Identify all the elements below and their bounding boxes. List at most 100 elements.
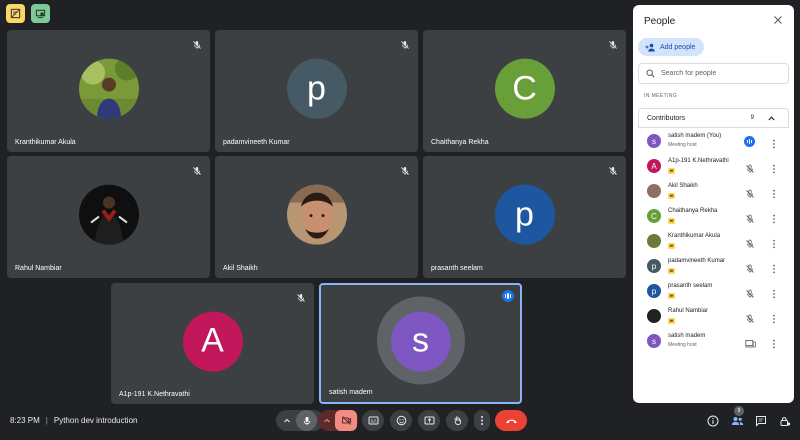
participant-tile[interactable]: p prasanth seelam [423, 156, 626, 278]
microphone-icon [303, 416, 310, 425]
more-vertical-icon[interactable] [772, 261, 776, 274]
chat-icon [756, 416, 766, 427]
hang-up-icon [505, 419, 517, 423]
more-vertical-icon[interactable] [772, 336, 776, 349]
host-controls-button[interactable] [778, 414, 792, 428]
participant-role: Meeting host [668, 142, 697, 148]
participant-tile[interactable]: C Chaithanya Rekha [423, 30, 626, 152]
people-count-badge: 9 [734, 406, 744, 416]
contributors-label: Contributors [647, 114, 686, 122]
emoji-icon [396, 415, 406, 426]
participant-row[interactable]: A A1p-191 K.Nethravathi [638, 155, 789, 180]
mic-off-icon [400, 163, 410, 175]
participant-avatar: C [494, 58, 555, 119]
participant-avatar [647, 309, 661, 323]
mic-off-icon [745, 236, 755, 248]
speaking-indicator-icon [744, 136, 755, 147]
companion-device-icon [745, 336, 756, 348]
host-lock-icon [780, 417, 791, 426]
participant-list: s satish madem (You) Meeting host A A1p-191 … [638, 130, 789, 355]
participant-tile[interactable]: p padamvineeth Kumar [215, 30, 418, 152]
participant-row[interactable]: Kranthikumar Akula [638, 230, 789, 255]
captions-button[interactable] [362, 410, 384, 431]
participant-avatar [647, 184, 661, 198]
more-vertical-icon[interactable] [772, 161, 776, 174]
participant-row[interactable]: s satish madem (You) Meeting host [638, 130, 789, 155]
mic-off-icon [192, 163, 202, 175]
participant-row[interactable]: p padamvineeth Kumar [638, 255, 789, 280]
mic-off-icon [296, 290, 306, 302]
cast-button[interactable] [31, 4, 50, 23]
camera-button[interactable] [335, 410, 357, 431]
participant-tile[interactable]: Kranthikumar Akula [7, 30, 210, 152]
participant-avatar: p [286, 58, 347, 119]
call-controls [0, 410, 800, 432]
present-button[interactable] [418, 410, 440, 431]
top-toolbar [6, 4, 50, 23]
participant-row[interactable]: p prasanth seelam [638, 280, 789, 305]
leave-call-button[interactable] [495, 410, 527, 431]
raise-hand-button[interactable] [446, 410, 468, 431]
participant-name: satish madem (You) [668, 133, 722, 139]
contributors-header[interactable]: Contributors 9 [638, 108, 789, 128]
participant-name: Rahul Nambiar [15, 265, 62, 272]
participant-row[interactable]: s satish madem Meeting host [638, 330, 789, 355]
participant-avatar: s [390, 311, 451, 372]
more-vertical-icon[interactable] [772, 211, 776, 224]
people-button[interactable]: 9 [730, 406, 744, 428]
participant-avatar [78, 184, 139, 245]
more-options-button[interactable] [474, 410, 490, 431]
participant-name: prasanth seelam [668, 283, 713, 289]
contributor-badge-icon [668, 168, 675, 174]
search-input[interactable] [661, 70, 781, 77]
participant-avatar [286, 184, 347, 245]
more-vertical-icon[interactable] [772, 286, 776, 299]
mic-off-icon [745, 261, 755, 273]
participant-name: Akil Shaikh [223, 265, 258, 272]
mic-off-icon [745, 211, 755, 223]
speaking-indicator-icon [502, 290, 514, 302]
participant-name: Rahul Nambiar [668, 308, 709, 314]
mic-off-icon [400, 37, 410, 49]
in-meeting-label: IN MEETING [644, 93, 678, 99]
participant-name: satish madem [329, 389, 373, 396]
mic-off-icon [745, 311, 755, 323]
participant-tile[interactable]: A A1p-191 K.Nethravathi [111, 283, 314, 404]
participant-name: Kranthikumar Akula [668, 233, 721, 239]
participant-avatar: A [182, 311, 243, 372]
search-icon [646, 69, 655, 78]
participant-row[interactable]: Akil Shaikh [638, 180, 789, 205]
participant-avatar: A [647, 159, 661, 173]
reactions-button[interactable] [390, 410, 412, 431]
chevron-up-icon[interactable] [767, 114, 776, 123]
more-vertical-icon[interactable] [772, 136, 776, 149]
contributor-badge-icon [668, 218, 675, 224]
add-person-icon [645, 43, 655, 51]
captions-icon [368, 416, 378, 425]
contributor-badge-icon [668, 243, 675, 249]
present-screen-icon [424, 416, 434, 425]
participant-row[interactable]: Rahul Nambiar [638, 305, 789, 330]
panel-title: People [644, 16, 676, 27]
more-vertical-icon[interactable] [772, 311, 776, 324]
meeting-details-button[interactable] [706, 414, 720, 428]
more-vertical-icon[interactable] [772, 236, 776, 249]
mic-button[interactable] [296, 410, 317, 431]
camera-options-chevron-icon[interactable] [323, 417, 331, 425]
participant-tile[interactable]: Akil Shaikh [215, 156, 418, 278]
close-icon[interactable] [772, 14, 784, 26]
chat-button[interactable] [754, 414, 768, 428]
participant-tile[interactable]: Rahul Nambiar [7, 156, 210, 278]
participant-row[interactable]: C Chaithanya Rekha [638, 205, 789, 230]
contributor-badge-icon [668, 318, 675, 324]
add-people-label: Add people [660, 43, 696, 51]
cast-icon [35, 9, 46, 19]
participant-tile[interactable]: s satish madem [319, 283, 522, 404]
participant-name: Chaithanya Rekha [431, 139, 489, 146]
participant-avatar: C [647, 209, 661, 223]
participant-name: prasanth seelam [431, 265, 483, 272]
more-vertical-icon[interactable] [772, 186, 776, 199]
add-people-button[interactable]: Add people [638, 38, 704, 56]
mic-options-chevron-icon[interactable] [283, 417, 291, 425]
activities-button[interactable] [6, 4, 25, 23]
